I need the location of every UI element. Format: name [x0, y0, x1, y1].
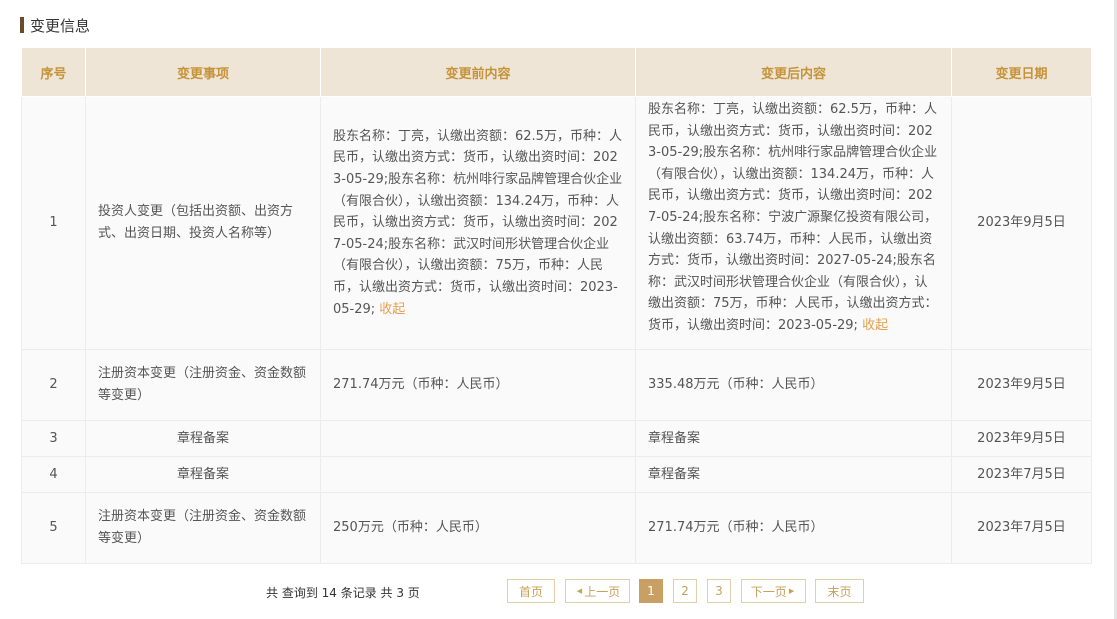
- row-after-content: 271.74万元（币种：人民币）: [635, 492, 952, 564]
- next-page-button[interactable]: 下一页 ▶: [741, 579, 806, 603]
- row-after-content: 股东名称：丁亮，认缴出资额：62.5万，币种：人民币，认缴出资方式：货币，认缴出…: [635, 96, 952, 350]
- row-index: 4: [21, 456, 86, 493]
- row-date: 2023年9月5日: [951, 349, 1092, 421]
- table-row: 4 章程备案 章程备案 2023年7月5日: [21, 456, 1092, 493]
- header-date: 变更日期: [951, 47, 1092, 97]
- row-before-content: [320, 420, 636, 457]
- next-page-label: 下一页: [750, 584, 787, 599]
- header-item: 变更事项: [85, 47, 321, 97]
- page-button-3[interactable]: 3: [707, 579, 731, 603]
- chevron-right-icon: ▶: [788, 587, 795, 595]
- row-item: 注册资本变更（注册资金、资金数额等变更）: [85, 492, 321, 564]
- pagination: 共 查询到 14 条记录 共 3 页 首页 ◀ 上一页 1 2 3 下一页 ▶ 末页: [0, 578, 1117, 606]
- header-idx: 序号: [21, 47, 86, 97]
- row-index: 5: [21, 492, 86, 564]
- table-header-row: 序号 变更事项 变更前内容 变更后内容 变更日期: [21, 47, 1092, 97]
- section-header: 变更信息: [20, 14, 90, 36]
- row-item: 章程备案: [85, 420, 321, 457]
- section-title: 变更信息: [30, 16, 91, 35]
- row-before-content: 250万元（币种：人民币）: [320, 492, 636, 564]
- change-table: 序号 变更事项 变更前内容 变更后内容 变更日期 1 投资人变更（包括出资额、出…: [21, 47, 1092, 564]
- table-row: 3 章程备案 章程备案 2023年9月5日: [21, 420, 1092, 457]
- table-row: 1 投资人变更（包括出资额、出资方式、出资日期、投资人名称等） 股东名称：丁亮，…: [21, 96, 1092, 350]
- last-page-button[interactable]: 末页: [815, 579, 864, 603]
- row-index: 2: [21, 349, 86, 421]
- collapse-link[interactable]: 收起: [862, 318, 888, 333]
- header-before: 变更前内容: [320, 47, 636, 97]
- prev-page-button[interactable]: ◀ 上一页: [565, 579, 630, 603]
- row-before-content: 股东名称：丁亮，认缴出资额：62.5万，币种：人民币，认缴出资方式：货币，认缴出…: [320, 96, 636, 350]
- row-date: 2023年9月5日: [951, 420, 1092, 457]
- row-after-content: 章程备案: [635, 456, 952, 493]
- row-date: 2023年9月5日: [951, 96, 1092, 350]
- row-after-content: 章程备案: [635, 420, 952, 457]
- row-after-content: 335.48万元（币种：人民币）: [635, 349, 952, 421]
- section-marker: [20, 17, 24, 33]
- table-row: 5 注册资本变更（注册资金、资金数额等变更） 250万元（币种：人民币） 271…: [21, 492, 1092, 564]
- row-date: 2023年7月5日: [951, 456, 1092, 493]
- row-index: 1: [21, 96, 86, 350]
- chevron-left-icon: ◀: [576, 587, 583, 595]
- row-index: 3: [21, 420, 86, 457]
- row-date: 2023年7月5日: [951, 492, 1092, 564]
- prev-page-label: 上一页: [584, 584, 621, 599]
- row-item: 投资人变更（包括出资额、出资方式、出资日期、投资人名称等）: [85, 96, 321, 350]
- collapse-link[interactable]: 收起: [379, 302, 405, 317]
- first-page-button[interactable]: 首页: [507, 579, 555, 603]
- before-text: 股东名称：丁亮，认缴出资额：62.5万，币种：人民币，认缴出资方式：货币，认缴出…: [333, 128, 623, 317]
- row-item: 章程备案: [85, 456, 321, 493]
- after-text: 股东名称：丁亮，认缴出资额：62.5万，币种：人民币，认缴出资方式：货币，认缴出…: [648, 102, 938, 333]
- page-button-1[interactable]: 1: [639, 579, 663, 603]
- row-item: 注册资本变更（注册资金、资金数额等变更）: [85, 349, 321, 421]
- row-before-content: [320, 456, 636, 493]
- pagination-summary: 共 查询到 14 条记录 共 3 页: [266, 586, 420, 600]
- page-button-2[interactable]: 2: [673, 579, 697, 603]
- table-row: 2 注册资本变更（注册资金、资金数额等变更） 271.74万元（币种：人民币） …: [21, 349, 1092, 421]
- row-before-content: 271.74万元（币种：人民币）: [320, 349, 636, 421]
- header-after: 变更后内容: [635, 47, 952, 97]
